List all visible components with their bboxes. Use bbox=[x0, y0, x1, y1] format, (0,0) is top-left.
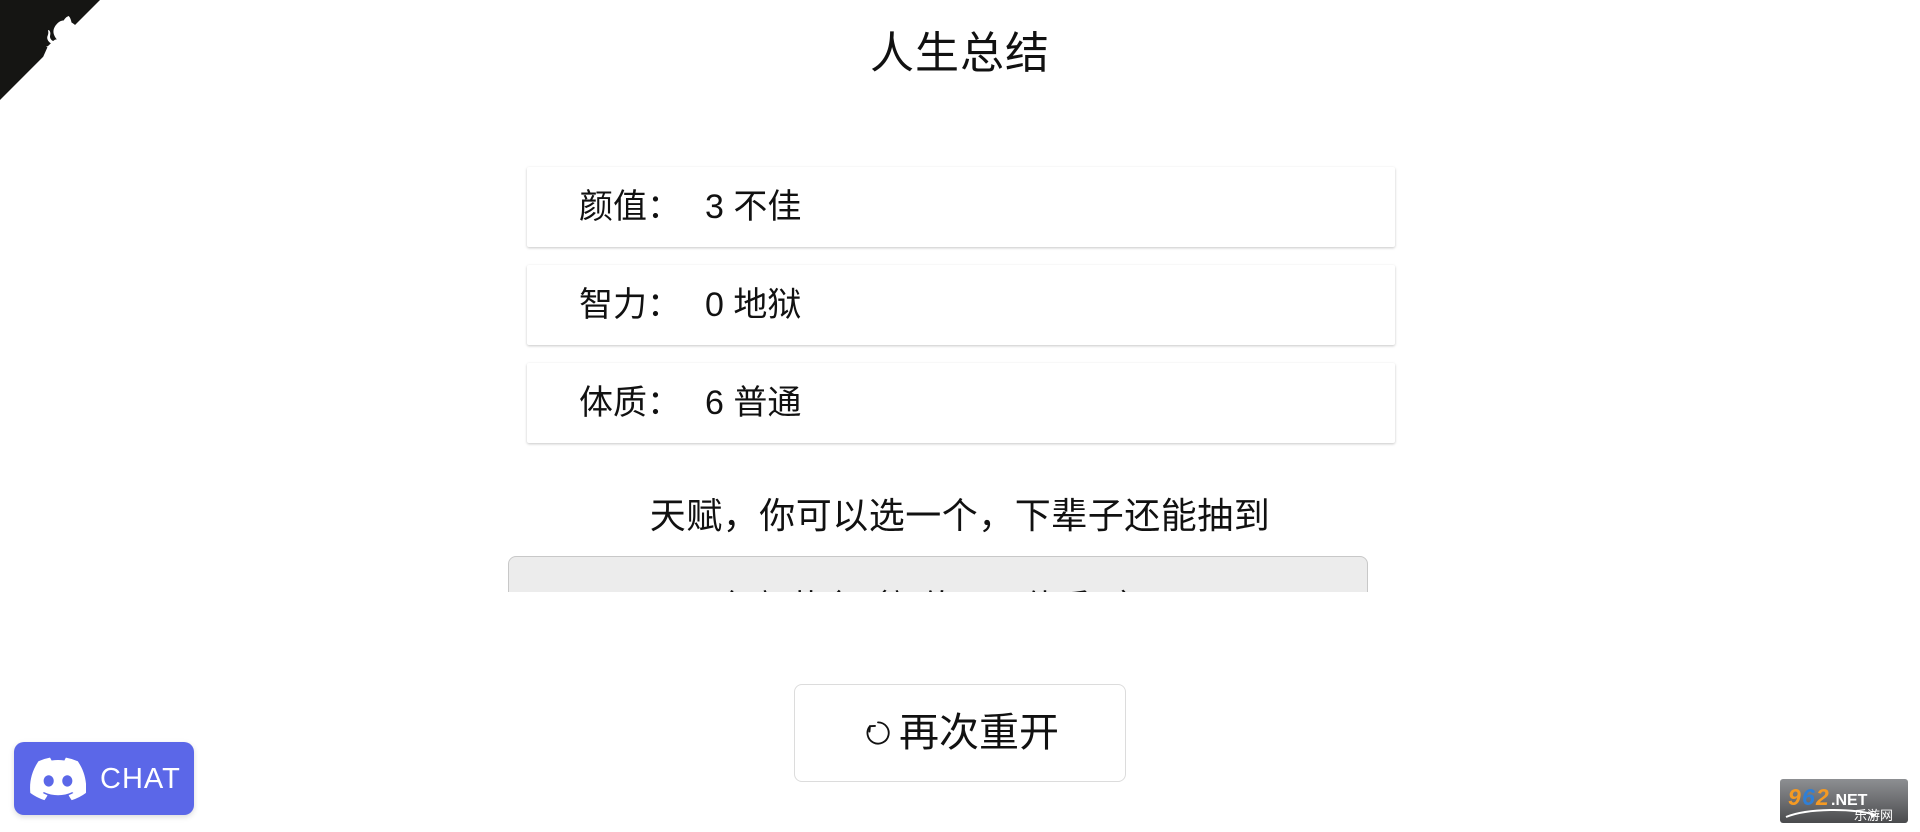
discord-chat-widget[interactable]: CHAT bbox=[14, 742, 194, 815]
talent-options-list: 红颜薄命（颜值+2，体质-2） bbox=[0, 556, 1920, 592]
stat-value: 6 普通 bbox=[705, 384, 802, 422]
stat-row-appearance: 颜值： 3 不佳 bbox=[527, 167, 1395, 247]
site-watermark-962net: 9 6 2 .NET 乐游网 bbox=[1780, 777, 1908, 825]
discord-logo-icon bbox=[30, 757, 86, 801]
stat-label: 颜值： bbox=[579, 188, 681, 226]
restart-button[interactable]: 再次重开 bbox=[794, 684, 1126, 782]
svg-text:6: 6 bbox=[1802, 784, 1815, 810]
talent-option-card[interactable]: 红颜薄命（颜值+2，体质-2） bbox=[508, 556, 1368, 592]
stats-list: 颜值： 3 不佳 智力： 0 地狱 体质： 6 普通 bbox=[527, 167, 1395, 461]
github-octocat-corner-ribbon-icon bbox=[0, 0, 100, 100]
life-restart-summary-page: 人生总结 颜值： 3 不佳 智力： 0 地狱 体质： 6 普通 天赋，你可以选一… bbox=[0, 0, 1920, 832]
talent-option-label: 红颜薄命（颜值+2，体质-2） bbox=[723, 587, 1153, 592]
stat-value: 0 地狱 bbox=[705, 286, 802, 324]
restart-button-label: 再次重开 bbox=[899, 711, 1059, 755]
stat-label: 体质： bbox=[579, 384, 681, 422]
discord-chat-label: CHAT bbox=[100, 762, 181, 795]
github-corner-ribbon[interactable] bbox=[0, 0, 100, 100]
svg-text:乐游网: 乐游网 bbox=[1854, 808, 1893, 823]
stat-row-constitution: 体质： 6 普通 bbox=[527, 363, 1395, 443]
page-title: 人生总结 bbox=[870, 29, 1050, 78]
stat-value: 3 不佳 bbox=[705, 188, 802, 226]
stat-label: 智力： bbox=[579, 286, 681, 324]
svg-text:.NET: .NET bbox=[1831, 792, 1868, 809]
stat-row-intelligence: 智力： 0 地狱 bbox=[527, 265, 1395, 345]
refresh-circular-arrow-icon bbox=[861, 716, 895, 750]
talent-prompt: 天赋，你可以选一个，下辈子还能抽到 bbox=[649, 495, 1271, 536]
svg-text:2: 2 bbox=[1815, 784, 1829, 810]
svg-text:9: 9 bbox=[1788, 784, 1801, 810]
